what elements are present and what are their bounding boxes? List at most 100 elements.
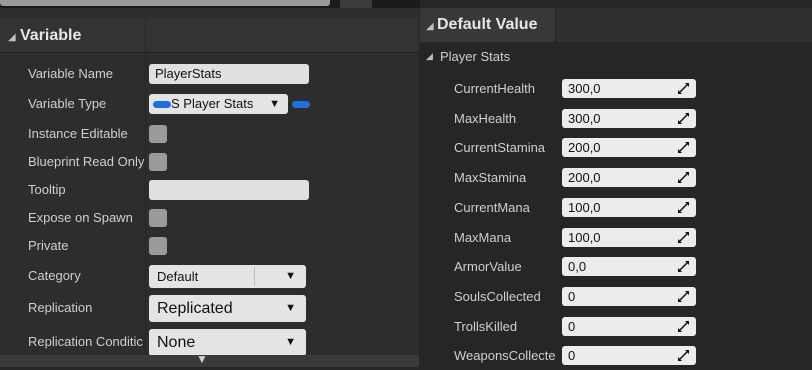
stat-row: CurrentHealth 300,0 (420, 74, 812, 103)
section-title: Variable (20, 27, 82, 44)
expose-on-spawn-checkbox[interactable] (149, 209, 167, 227)
stat-label: ArmorValue (454, 259, 522, 275)
variable-type-value: S Player Stats (171, 96, 254, 111)
stat-value: 0 (568, 288, 576, 304)
stat-row: CurrentMana 100,0 (420, 193, 812, 222)
toolbar-button[interactable] (340, 0, 372, 8)
stat-row: TrollsKilled 0 (420, 312, 812, 341)
replication-dropdown[interactable]: Replicated ▼ (149, 295, 306, 322)
variable-name-input[interactable]: PlayerStats (149, 64, 309, 84)
replication-value: Replicated (157, 300, 233, 317)
stat-value-input[interactable]: 200,0 (562, 168, 696, 188)
chevron-down-icon: ▼ (285, 302, 296, 314)
collapse-arrow-icon[interactable]: ◢ (8, 32, 16, 43)
variable-type-dropdown[interactable]: S Player Stats ▼ (149, 94, 288, 114)
property-row-replication-condition: Replication Conditic None ▼ (0, 325, 419, 359)
advanced-expander-bar[interactable] (0, 355, 419, 367)
property-row-tooltip: Tooltip (0, 175, 419, 205)
header-cell: ◢ Default Value (420, 8, 556, 42)
stat-value: 0 (568, 318, 576, 334)
property-label: Replication (28, 300, 93, 315)
stat-label: CurrentMana (454, 199, 530, 215)
chevron-down-icon: ▼ (269, 98, 280, 110)
stat-label: MaxHealth (454, 110, 517, 126)
property-label: Category (28, 268, 81, 283)
category-combo[interactable]: Default ▼ (149, 265, 306, 288)
drag-value-icon[interactable] (677, 82, 690, 95)
chevron-down-icon[interactable]: ▼ (285, 265, 296, 288)
drag-value-icon[interactable] (677, 349, 690, 362)
container-type-pin-icon[interactable] (292, 101, 310, 108)
drag-value-icon[interactable] (677, 201, 690, 214)
instance-editable-checkbox[interactable] (149, 125, 167, 143)
stat-value-input[interactable]: 100,0 (562, 197, 696, 217)
property-row-expose-on-spawn: Expose on Spawn (0, 203, 419, 233)
section-title: Default Value (437, 16, 538, 33)
expand-advanced-icon[interactable]: ▼ (196, 352, 208, 366)
drag-value-icon[interactable] (677, 112, 690, 125)
drag-value-icon[interactable] (677, 260, 690, 273)
stat-value-input[interactable]: 300,0 (562, 108, 696, 128)
stat-value: 0,0 (568, 259, 587, 275)
property-row-blueprint-read-only: Blueprint Read Only (0, 147, 419, 177)
stat-value-input[interactable]: 300,0 (562, 79, 696, 98)
property-label: Variable Name (28, 66, 114, 81)
property-row-instance-editable: Instance Editable (0, 119, 419, 149)
stat-label: MaxStamina (454, 170, 527, 186)
property-label: Replication Conditic (28, 334, 143, 349)
property-label: Private (28, 238, 69, 253)
default-value-header[interactable]: ◢ Default Value (420, 8, 812, 42)
property-label: Expose on Spawn (28, 210, 133, 225)
drag-value-icon[interactable] (677, 290, 690, 303)
property-row-variable-type: Variable Type S Player Stats ▼ (0, 89, 419, 119)
tooltip-input[interactable] (149, 180, 309, 200)
group-label: Player Stats (440, 49, 511, 64)
property-label: Instance Editable (28, 126, 128, 141)
stat-row: MaxHealth 300,0 (420, 104, 812, 133)
search-field[interactable] (0, 0, 330, 6)
stat-row: WeaponsCollecte 0 (420, 341, 812, 370)
drag-value-icon[interactable] (677, 141, 690, 154)
private-checkbox[interactable] (149, 237, 167, 255)
collapse-arrow-icon[interactable]: ◢ (426, 51, 433, 62)
property-label: Blueprint Read Only (28, 154, 144, 169)
property-row-category: Category Default ▼ (0, 261, 419, 291)
stat-label: CurrentStamina (454, 140, 546, 156)
stat-value: 300,0 (568, 81, 601, 96)
stat-label: TrollsKilled (454, 318, 518, 334)
variable-details-panel: ◢ Variable Variable Name PlayerStats Var… (0, 8, 419, 367)
property-row-replication: Replication Replicated ▼ (0, 291, 419, 325)
stat-row: CurrentStamina 200,0 (420, 133, 812, 162)
stat-value: 200,0 (568, 140, 601, 156)
stat-value-input[interactable]: 0 (562, 346, 696, 366)
stat-row: MaxMana 100,0 (420, 223, 812, 252)
replication-condition-dropdown[interactable]: None ▼ (149, 329, 306, 356)
property-row-private: Private (0, 231, 419, 261)
stat-value: 200,0 (568, 170, 601, 186)
blueprint-read-only-checkbox[interactable] (149, 153, 167, 171)
collapse-arrow-icon[interactable]: ◢ (426, 21, 434, 32)
drag-value-icon[interactable] (677, 231, 690, 244)
stat-value-input[interactable]: 0 (562, 286, 696, 306)
stat-value: 100,0 (568, 199, 601, 215)
drag-value-icon[interactable] (677, 171, 690, 184)
column-divider (145, 18, 146, 52)
stat-value-input[interactable]: 0 (562, 316, 696, 336)
struct-pin-icon (153, 101, 171, 108)
category-value: Default (157, 269, 199, 284)
stat-row: MaxStamina 200,0 (420, 163, 812, 192)
stat-value: 100,0 (568, 229, 601, 245)
drag-value-icon[interactable] (677, 320, 690, 333)
property-label: Tooltip (28, 182, 66, 197)
stat-value: 0 (568, 348, 576, 364)
chevron-down-icon: ▼ (285, 336, 296, 348)
stat-row: SoulsCollected 0 (420, 282, 812, 311)
property-label: Variable Type (28, 96, 107, 111)
stat-value-input[interactable]: 200,0 (562, 138, 696, 158)
variable-section-header[interactable]: ◢ Variable (0, 18, 419, 53)
default-value-panel: ◢ Default Value ◢ Player Stats CurrentHe… (420, 0, 812, 367)
stat-value-input[interactable]: 100,0 (562, 227, 696, 247)
stat-row: ArmorValue 0,0 (420, 252, 812, 281)
stat-value-input[interactable]: 0,0 (562, 257, 696, 277)
property-row-variable-name: Variable Name PlayerStats (0, 59, 419, 89)
